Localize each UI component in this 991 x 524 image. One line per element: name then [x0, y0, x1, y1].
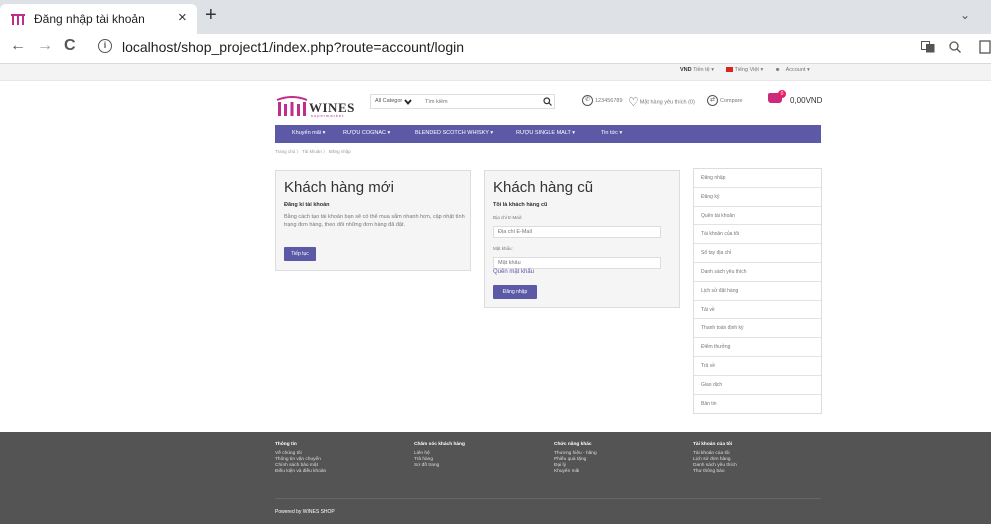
compare-link[interactable]: ⇄ Compare: [707, 95, 743, 106]
new-customer-text: Bằng cách tạo tài khoản bạn sẽ có thể mu…: [284, 214, 465, 228]
new-customer-title: Khách hàng mới: [284, 179, 394, 196]
search-input[interactable]: [425, 97, 525, 107]
reload-icon[interactable]: C: [64, 37, 76, 55]
returning-customer-title: Khách hàng cũ: [493, 179, 594, 196]
site-logo[interactable]: WINES supermarket: [275, 96, 355, 118]
continue-button[interactable]: Tiếp tục: [284, 247, 316, 261]
phone-contact[interactable]: ✆ 123456789: [582, 95, 623, 106]
footer-heading: Chức năng khác: [554, 442, 592, 447]
footer-powered-by: Powered by WINES SHOP: [275, 509, 335, 515]
footer-divider: [275, 498, 821, 499]
account-sidebar: Đăng nhập Đăng ký Quên tài khoản Tài kho…: [693, 168, 822, 415]
browser-tab-bar: Đăng nhập tài khoản × + ⌄: [0, 0, 991, 34]
web-page: VND Tiền tệ ▾ Tiếng Việt ▾ ☻ Account ▾ WI…: [0, 64, 991, 524]
footer-column-info: Thông tin Về chúng tôi Thông tin vận chu…: [275, 442, 405, 475]
main-nav: Khuyến mãi ▾ RƯỢU COGNAC ▾ BLENDED SCOTC…: [275, 125, 821, 143]
currency-selector[interactable]: VND Tiền tệ ▾: [680, 67, 719, 73]
footer-heading: Thông tin: [275, 442, 297, 447]
sidebar-item-recurring[interactable]: Thanh toán định kỳ: [694, 319, 821, 339]
password-label: Mật khẩu:: [493, 246, 513, 251]
login-button[interactable]: Đăng nhập: [493, 285, 537, 299]
sidebar-item-my-account[interactable]: Tài khoản của tôi: [694, 225, 821, 245]
vietnam-flag-icon: [725, 67, 733, 73]
new-customer-panel: Khách hàng mới Đăng kí tài khoản Bằng cá…: [275, 170, 471, 271]
sidebar-item-forgotten[interactable]: Quên tài khoản: [694, 207, 821, 226]
search-category-select[interactable]: All Categor: [375, 98, 402, 104]
tab-search-icon[interactable]: ⌄: [960, 8, 970, 22]
sidebar-item-address-book[interactable]: Sổ tay địa chỉ: [694, 244, 821, 263]
url-text[interactable]: localhost/shop_project1/index.php?route=…: [122, 39, 464, 55]
footer-column-extras: Chức năng khác Thương hiệu - hãng Phiếu …: [554, 442, 684, 475]
account-menu[interactable]: ☻ Account ▾: [775, 67, 815, 73]
logo-subtext: supermarket: [311, 113, 345, 118]
sidebar-item-downloads[interactable]: Tải về: [694, 301, 821, 320]
wines-logo-icon: [11, 14, 25, 25]
sidebar-item-returns[interactable]: Trả về: [694, 357, 821, 376]
phone-icon: ✆: [582, 95, 593, 106]
nav-item-blended-scotch[interactable]: BLENDED SCOTCH WHISKY ▾: [415, 130, 493, 136]
new-tab-icon[interactable]: +: [205, 4, 217, 27]
tab-title: Đăng nhập tài khoản: [34, 12, 145, 26]
email-label: Địa chỉ E-Mail:: [493, 215, 523, 220]
wines-logo-icon: [276, 96, 308, 116]
search-bar: All Categor: [370, 94, 555, 109]
email-field[interactable]: [493, 226, 661, 238]
sidebar-item-register[interactable]: Đăng ký: [694, 188, 821, 207]
footer-link[interactable]: Sơ đồ trang: [414, 463, 544, 469]
footer-column-customer-service: Chăm sóc khách hàng Liên hệ Trả hàng Sơ …: [414, 442, 544, 469]
url-field[interactable]: i localhost/shop_project1/index.php?rout…: [90, 37, 910, 59]
nav-item-cognac[interactable]: RƯỢU COGNAC ▾: [343, 130, 390, 136]
nav-item-news[interactable]: Tin tức ▾: [601, 130, 622, 136]
password-field[interactable]: [493, 257, 661, 269]
new-customer-subtitle: Đăng kí tài khoản: [284, 202, 330, 208]
chevron-down-icon[interactable]: [404, 99, 412, 105]
search-icon[interactable]: [543, 97, 552, 106]
footer-heading: Chăm sóc khách hàng: [414, 442, 465, 447]
address-bar: ← → C i localhost/shop_project1/index.ph…: [0, 34, 991, 64]
nav-item-promotions[interactable]: Khuyến mãi ▾: [292, 130, 325, 136]
translate-icon[interactable]: [921, 41, 935, 53]
returning-customer-panel: Khách hàng cũ Tôi là khách hàng cũ Địa c…: [484, 170, 680, 308]
footer-heading: Tài khoản của tôi: [693, 442, 733, 447]
wishlist-link[interactable]: ♡Mặt hàng yêu thích (0): [628, 95, 695, 109]
cart-button[interactable]: 0 0,00VND: [768, 90, 828, 110]
user-icon: ☻: [774, 67, 781, 73]
sidebar-toggle-icon[interactable]: [979, 40, 991, 54]
footer-column-my-account: Tài khoản của tôi Tài khoản của tôi Lịch…: [693, 442, 823, 475]
sidebar-item-reward-points[interactable]: Điểm thưởng: [694, 338, 821, 357]
sidebar-item-newsletter[interactable]: Bản tin: [694, 395, 821, 414]
forward-icon[interactable]: →: [37, 37, 53, 55]
heart-icon: ♡: [628, 95, 639, 109]
language-selector[interactable]: Tiếng Việt ▾: [725, 67, 769, 73]
site-footer: Thông tin Về chúng tôi Thông tin vận chu…: [0, 432, 991, 524]
compare-icon: ⇄: [707, 95, 718, 106]
top-strip: VND Tiền tệ ▾ Tiếng Việt ▾ ☻ Account ▾: [0, 64, 991, 81]
sidebar-item-wishlist[interactable]: Danh sách yêu thích: [694, 263, 821, 282]
sidebar-item-login[interactable]: Đăng nhập: [694, 169, 821, 188]
footer-link[interactable]: Thư thông báo: [693, 469, 823, 475]
forgot-password-link[interactable]: Quên mật khẩu: [493, 269, 534, 275]
sidebar-item-order-history[interactable]: Lịch sử đặt hàng: [694, 282, 821, 301]
cart-count-badge: 0: [778, 90, 786, 98]
footer-link[interactable]: Điều kiện và điều khoản: [275, 469, 405, 475]
site-info-icon[interactable]: i: [98, 39, 112, 53]
breadcrumb[interactable]: Trang chủ 〉 Tài khoản 〉 Đăng nhập: [275, 149, 351, 155]
close-tab-icon[interactable]: ×: [178, 9, 187, 26]
zoom-icon[interactable]: [949, 41, 961, 53]
nav-item-single-malt[interactable]: RƯỢU SINGLE MALT ▾: [516, 130, 575, 136]
sidebar-item-transactions[interactable]: Giao dịch: [694, 376, 821, 395]
returning-customer-subtitle: Tôi là khách hàng cũ: [493, 202, 548, 208]
browser-tab[interactable]: Đăng nhập tài khoản ×: [0, 4, 197, 34]
footer-link[interactable]: Khuyến mãi: [554, 469, 684, 475]
back-icon[interactable]: ←: [10, 37, 26, 55]
cart-total: 0,00VND: [790, 96, 823, 105]
